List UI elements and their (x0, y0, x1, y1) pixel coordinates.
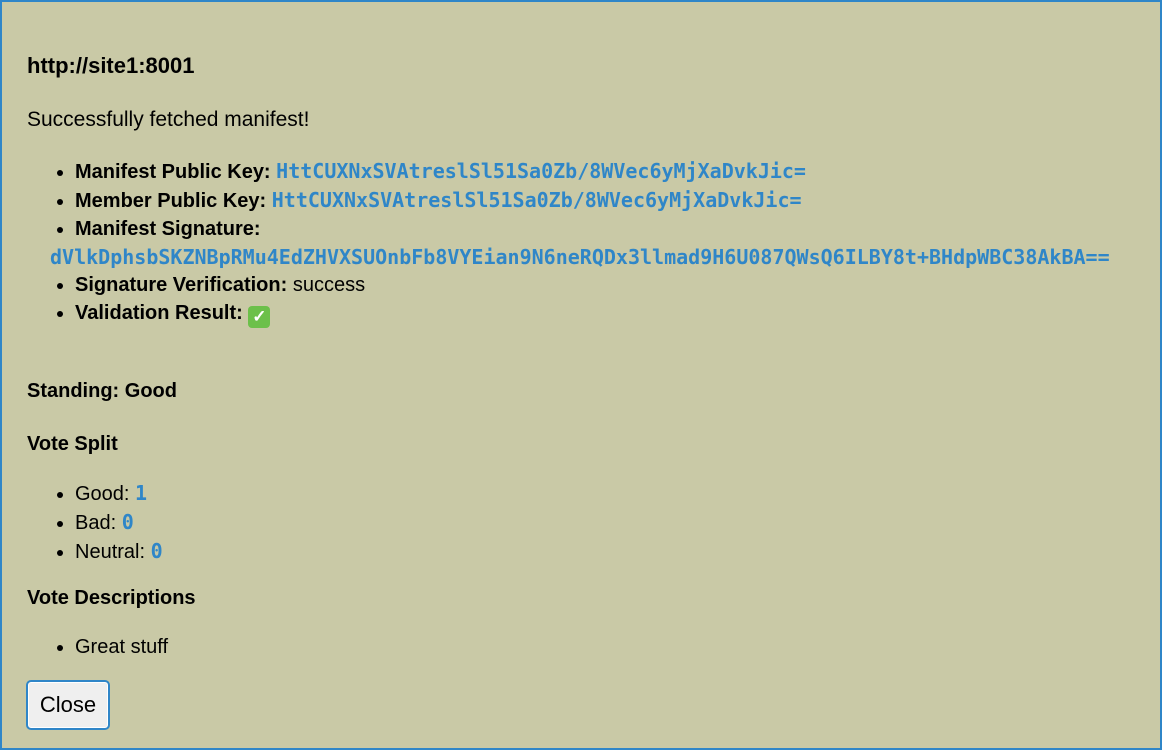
vote-neutral: Neutral: 0 (75, 537, 1155, 566)
vote-neutral-label: Neutral: (75, 541, 146, 563)
member-public-key-value: HttCUXNxSVAtreslSl51Sa0Zb/8WVec6yMjXaDvk… (271, 188, 802, 212)
status-message: Successfully fetched manifest! (27, 108, 310, 131)
check-mark-icon: ✓ (248, 306, 271, 328)
vote-bad-count: 0 (121, 510, 134, 534)
vote-description-item: Great stuff (75, 633, 1155, 661)
detail-manifest-signature: Manifest Signature: dVlkDphsbSKZNBpRMu4E… (50, 215, 1155, 271)
vote-descriptions-heading: Vote Descriptions (27, 587, 196, 609)
close-button[interactable]: Close (26, 680, 110, 730)
standing-heading: Standing: Good (27, 380, 177, 402)
manifest-signature-label: Manifest Signature: (75, 218, 261, 240)
manifest-signature-value: dVlkDphsbSKZNBpRMu4EdZHVXSUOnbFb8VYEian9… (50, 245, 1110, 269)
vote-neutral-count: 0 (150, 539, 163, 563)
vote-good: Good: 1 (75, 479, 1155, 508)
vote-bad: Bad: 0 (75, 508, 1155, 537)
vote-good-count: 1 (135, 481, 148, 505)
detail-signature-verification: Signature Verification: success (75, 271, 1155, 299)
detail-member-public-key: Member Public Key: HttCUXNxSVAtreslSl51S… (75, 186, 1155, 215)
detail-validation-result: Validation Result: ✓ (75, 299, 1155, 328)
member-public-key-label: Member Public Key: (75, 190, 267, 212)
signature-verification-label: Signature Verification: (75, 274, 288, 296)
detail-manifest-public-key: Manifest Public Key: HttCUXNxSVAtreslSl5… (75, 157, 1155, 186)
vote-descriptions-list: Great stuff (50, 633, 1155, 661)
dialog-title: http://site1:8001 (27, 53, 195, 78)
manifest-details-list: Manifest Public Key: HttCUXNxSVAtreslSl5… (50, 157, 1155, 328)
manifest-public-key-value: HttCUXNxSVAtreslSl51Sa0Zb/8WVec6yMjXaDvk… (276, 159, 806, 183)
vote-bad-label: Bad: (75, 512, 117, 534)
manifest-public-key-label: Manifest Public Key: (75, 161, 271, 183)
vote-split-heading: Vote Split (27, 433, 118, 455)
validation-result-label: Validation Result: (75, 302, 243, 324)
signature-verification-value: success (292, 274, 366, 296)
vote-good-label: Good: (75, 483, 130, 505)
manifest-dialog: http://site1:8001 Successfully fetched m… (0, 0, 1162, 750)
vote-split-list: Good: 1 Bad: 0 Neutral: 0 (50, 479, 1155, 566)
